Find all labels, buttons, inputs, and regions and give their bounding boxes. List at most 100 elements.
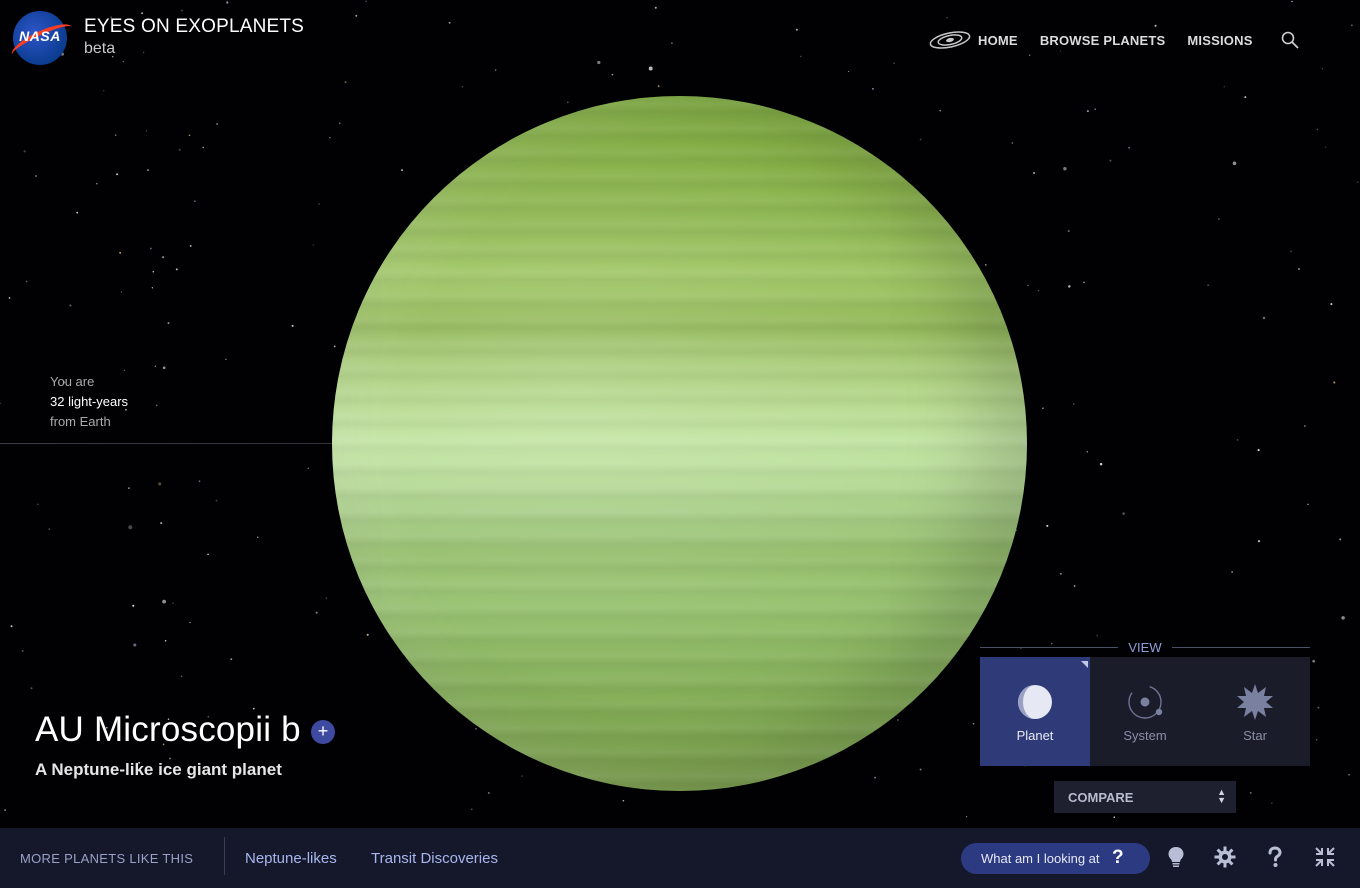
star-dot (1317, 706, 1320, 709)
distance-suffix: from Earth (50, 414, 111, 429)
star-dot (1113, 816, 1116, 818)
star-dot (461, 86, 463, 88)
star-dot (1307, 503, 1309, 506)
star-dot (1231, 571, 1233, 573)
planet-icon (1018, 685, 1052, 719)
star-dot (654, 6, 657, 9)
star-dot (1244, 96, 1247, 99)
star-dot (128, 525, 133, 530)
search-icon[interactable] (1280, 30, 1300, 50)
star-dot (230, 658, 233, 660)
arrow-down-icon: ▼ (1217, 795, 1226, 805)
star-dot (154, 365, 156, 367)
star-dot (847, 70, 850, 73)
nav-home[interactable]: HOME (978, 33, 1018, 48)
star-dot (1099, 462, 1103, 466)
star-dot (10, 625, 13, 628)
star-dot (800, 55, 802, 58)
star-dot (202, 146, 204, 149)
star-dot (1291, 0, 1293, 3)
fullscreen-icon[interactable] (1314, 846, 1336, 868)
star-dot (1068, 285, 1071, 288)
what-am-i-looking-at-button[interactable]: What am I looking at ? (961, 843, 1150, 874)
more-planets-label: MORE PLANETS LIKE THIS (20, 851, 194, 866)
star-dot (103, 90, 105, 92)
star-dot (1316, 128, 1319, 131)
star-dot (1096, 634, 1099, 637)
star-dot (162, 599, 167, 604)
star-dot (1316, 739, 1318, 741)
star-dot (1207, 284, 1209, 286)
star-dot (1028, 54, 1031, 56)
view-option-planet[interactable]: Planet (980, 657, 1090, 766)
star-dot (487, 791, 490, 794)
tag-neptune-likes[interactable]: Neptune-likes (245, 850, 337, 867)
star-dot (162, 256, 165, 259)
star-dot (34, 174, 38, 178)
star-dot (145, 130, 148, 132)
star-dot (167, 322, 170, 325)
planet-render[interactable] (332, 96, 1027, 791)
star-dot (315, 611, 318, 614)
star-dot (1046, 524, 1049, 527)
star-dot (0, 402, 1, 404)
star-dot (1304, 425, 1306, 427)
star-dot (8, 297, 11, 299)
star-dot (76, 211, 79, 214)
view-option-star[interactable]: Star (1200, 657, 1310, 766)
distance-value: 32 light-years (50, 394, 129, 409)
gear-icon[interactable] (1214, 846, 1236, 868)
star-dot (365, 0, 367, 2)
nav-missions[interactable]: MISSIONS (1187, 33, 1252, 48)
star-dot (448, 21, 451, 24)
star-dot (1042, 407, 1044, 410)
star-dot (172, 602, 174, 604)
star-dot (893, 62, 895, 65)
lightbulb-icon[interactable] (1165, 846, 1187, 868)
view-option-system[interactable]: System (1090, 657, 1200, 766)
star-dot (1339, 538, 1342, 541)
star-dot (1223, 86, 1226, 88)
star-dot (30, 687, 33, 690)
app-title: EYES ON EXOPLANETS (84, 16, 305, 37)
tag-transit-discoveries[interactable]: Transit Discoveries (371, 850, 498, 867)
star-dot (1037, 289, 1040, 292)
add-planet-button[interactable]: + (311, 720, 335, 744)
question-mark-icon: ? (1112, 847, 1124, 868)
star-dot (116, 173, 119, 176)
galaxy-icon[interactable] (928, 28, 972, 52)
star-dot (1154, 24, 1157, 27)
star-dot (1033, 171, 1036, 174)
star-dot (1128, 146, 1130, 149)
distance-prefix: You are (50, 374, 95, 389)
selected-corner-indicator (1081, 661, 1088, 668)
star-dot (325, 597, 328, 599)
star-dot (1083, 281, 1085, 284)
distance-readout: You are 32 light-years from Earth (50, 372, 128, 432)
star-dot (160, 522, 163, 525)
star-dot (152, 270, 155, 273)
star-dot (1257, 449, 1260, 452)
star-dot (1072, 403, 1075, 405)
star-dot (142, 51, 145, 54)
star-dot (355, 14, 358, 17)
star-dot (257, 536, 259, 538)
star-dot (1333, 381, 1336, 384)
compare-dropdown[interactable]: COMPARE ▲ ▼ (1054, 781, 1236, 813)
what-button-label: What am I looking at (981, 851, 1100, 866)
star-dot (114, 134, 117, 136)
star-dot (1312, 659, 1316, 663)
star-dot (1094, 108, 1097, 111)
help-icon[interactable] (1264, 846, 1286, 868)
star-dot (648, 66, 653, 71)
nasa-logo[interactable]: NASA (7, 11, 77, 65)
star-dot (1271, 802, 1273, 804)
star-dot (1232, 161, 1237, 166)
star-dot (122, 61, 124, 63)
view-selector: Planet System Star (980, 657, 1310, 766)
star-dot (151, 287, 154, 289)
star-dot (329, 137, 331, 139)
nav-browse-planets[interactable]: BROWSE PLANETS (1040, 33, 1166, 48)
view-option-star-label: Star (1243, 728, 1267, 743)
star-dot (1122, 512, 1125, 515)
